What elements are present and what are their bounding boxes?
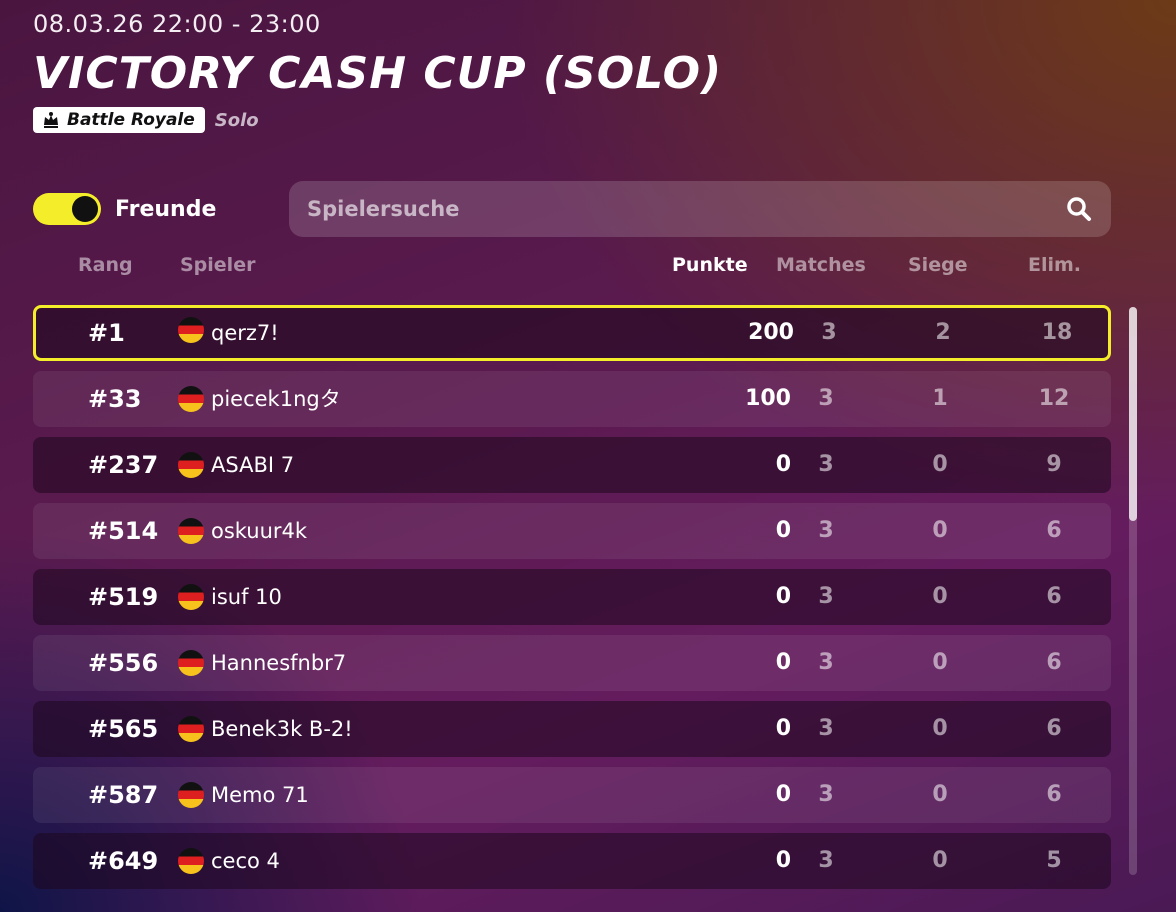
friends-toggle-label: Freunde bbox=[115, 196, 217, 222]
row-player-name: Hannesfnbr7 bbox=[211, 651, 347, 675]
row-rank: #519 bbox=[88, 583, 159, 611]
row-matches: 3 bbox=[818, 584, 834, 609]
row-elims: 6 bbox=[1046, 650, 1062, 675]
row-player-name: Memo 71 bbox=[211, 783, 309, 807]
row-elims: 9 bbox=[1046, 452, 1062, 477]
germany-flag-icon bbox=[178, 317, 204, 343]
row-wins: 0 bbox=[932, 452, 948, 477]
row-rank: #556 bbox=[88, 649, 159, 677]
battle-royale-icon bbox=[44, 112, 58, 128]
row-points: 100 bbox=[745, 386, 791, 411]
row-points: 0 bbox=[775, 584, 791, 609]
row-player-name: ASABI 7 bbox=[211, 453, 295, 477]
event-type: Solo bbox=[214, 109, 259, 131]
leaderboard-row[interactable]: #519 isuf 10 0 3 0 6 bbox=[33, 569, 1111, 625]
mode-badge-label: Battle Royale bbox=[67, 110, 195, 130]
column-rank[interactable]: Rang bbox=[78, 254, 133, 276]
row-rank: #514 bbox=[88, 517, 159, 545]
row-player-name: ceco 4 bbox=[211, 849, 280, 873]
row-points: 0 bbox=[775, 848, 791, 873]
leaderboard-row[interactable]: #514 oskuur4k 0 3 0 6 bbox=[33, 503, 1111, 559]
column-matches[interactable]: Matches bbox=[776, 254, 866, 276]
germany-flag-icon bbox=[178, 584, 204, 610]
friends-toggle[interactable] bbox=[33, 193, 101, 225]
row-player-name: oskuur4k bbox=[211, 519, 308, 543]
row-matches: 3 bbox=[821, 320, 837, 345]
row-player-name: qerz7! bbox=[211, 321, 279, 345]
row-player-name: Benek3k B-2! bbox=[211, 717, 353, 741]
row-rank: #649 bbox=[88, 847, 159, 875]
germany-flag-icon bbox=[178, 650, 204, 676]
germany-flag-icon bbox=[178, 518, 204, 544]
row-rank: #237 bbox=[88, 451, 159, 479]
row-elims: 6 bbox=[1046, 782, 1062, 807]
germany-flag-icon bbox=[178, 848, 204, 874]
germany-flag-icon bbox=[178, 386, 204, 412]
row-matches: 3 bbox=[818, 452, 834, 477]
row-matches: 3 bbox=[818, 518, 834, 543]
leaderboard-row[interactable]: #565 Benek3k B-2! 0 3 0 6 bbox=[33, 701, 1111, 757]
row-elims: 5 bbox=[1046, 848, 1062, 873]
mode-badge: Battle Royale bbox=[33, 107, 205, 133]
germany-flag-icon bbox=[178, 452, 204, 478]
filter-bar: Freunde bbox=[33, 181, 1111, 237]
leaderboard-header: Rang Spieler Punkte Matches Siege Elim. bbox=[0, 252, 1176, 282]
row-matches: 3 bbox=[818, 782, 834, 807]
leaderboard-row[interactable]: #587 Memo 71 0 3 0 6 bbox=[33, 767, 1111, 823]
leaderboard-scrollbar[interactable] bbox=[1129, 307, 1137, 875]
column-player[interactable]: Spieler bbox=[180, 254, 255, 276]
row-points: 200 bbox=[748, 320, 794, 345]
row-rank: #565 bbox=[88, 715, 159, 743]
row-elims: 12 bbox=[1038, 386, 1070, 411]
row-points: 0 bbox=[775, 782, 791, 807]
row-elims: 6 bbox=[1046, 716, 1062, 741]
row-rank: #33 bbox=[88, 385, 142, 413]
row-matches: 3 bbox=[818, 848, 834, 873]
row-points: 0 bbox=[775, 518, 791, 543]
event-datetime: 08.03.26 22:00 - 23:00 bbox=[33, 10, 321, 38]
column-elims[interactable]: Elim. bbox=[1028, 254, 1081, 276]
row-matches: 3 bbox=[818, 716, 834, 741]
leaderboard-table: #1 qerz7! 200 3 2 18 #33 piecek1ngタ 100 … bbox=[33, 305, 1111, 899]
column-wins[interactable]: Siege bbox=[908, 254, 968, 276]
row-matches: 3 bbox=[818, 386, 834, 411]
row-points: 0 bbox=[775, 716, 791, 741]
player-search-box[interactable] bbox=[289, 181, 1111, 237]
germany-flag-icon bbox=[178, 716, 204, 742]
row-points: 0 bbox=[775, 650, 791, 675]
row-wins: 0 bbox=[932, 848, 948, 873]
leaderboard-row[interactable]: #649 ceco 4 0 3 0 5 bbox=[33, 833, 1111, 889]
row-wins: 0 bbox=[932, 650, 948, 675]
event-header: 08.03.26 22:00 - 23:00 VICTORY CASH CUP … bbox=[33, 10, 1133, 134]
toggle-knob bbox=[72, 196, 98, 222]
row-wins: 0 bbox=[932, 716, 948, 741]
row-rank: #1 bbox=[88, 319, 125, 347]
row-wins: 2 bbox=[935, 320, 951, 345]
row-points: 0 bbox=[775, 452, 791, 477]
leaderboard-row[interactable]: #1 qerz7! 200 3 2 18 bbox=[33, 305, 1111, 361]
row-wins: 1 bbox=[932, 386, 948, 411]
row-wins: 0 bbox=[932, 782, 948, 807]
germany-flag-icon bbox=[178, 782, 204, 808]
scrollbar-thumb[interactable] bbox=[1129, 307, 1137, 521]
row-wins: 0 bbox=[932, 518, 948, 543]
column-points[interactable]: Punkte bbox=[672, 254, 748, 276]
row-elims: 18 bbox=[1041, 320, 1073, 345]
row-wins: 0 bbox=[932, 584, 948, 609]
leaderboard-row[interactable]: #237 ASABI 7 0 3 0 9 bbox=[33, 437, 1111, 493]
row-rank: #587 bbox=[88, 781, 159, 809]
row-player-name: isuf 10 bbox=[211, 585, 282, 609]
row-matches: 3 bbox=[818, 650, 834, 675]
player-search-input[interactable] bbox=[307, 197, 1065, 221]
row-elims: 6 bbox=[1046, 584, 1062, 609]
row-elims: 6 bbox=[1046, 518, 1062, 543]
event-tags: Battle Royale Solo bbox=[33, 106, 1133, 134]
row-player-name: piecek1ngタ bbox=[211, 387, 341, 411]
leaderboard-row[interactable]: #33 piecek1ngタ 100 3 1 12 bbox=[33, 371, 1111, 427]
leaderboard-row[interactable]: #556 Hannesfnbr7 0 3 0 6 bbox=[33, 635, 1111, 691]
search-icon[interactable] bbox=[1065, 195, 1093, 223]
event-title: VICTORY CASH CUP (SOLO) bbox=[33, 48, 723, 99]
